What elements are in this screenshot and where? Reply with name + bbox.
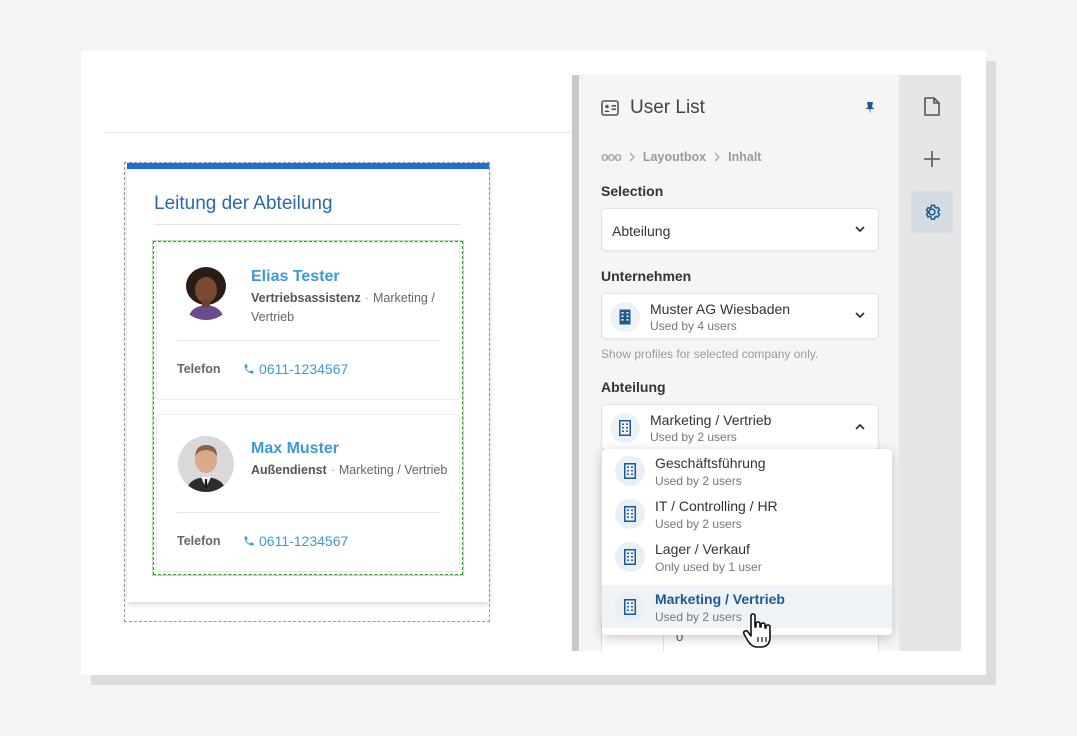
department-select[interactable]: Marketing / Vertrieb Used by 2 users	[601, 404, 879, 450]
chevron-up-icon	[855, 423, 865, 430]
building-icon	[615, 542, 645, 572]
user-meta: Außendienst · Marketing / Vertrieb	[251, 461, 451, 480]
company-label: Unternehmen	[601, 268, 692, 284]
editor-frame: Leitung der Abteilung Elias Tester Vertr…	[81, 51, 986, 675]
company-usage: Used by 4 users	[650, 319, 737, 333]
user-department: Marketing /	[338, 463, 401, 477]
hand-cursor-icon	[742, 613, 771, 648]
breadcrumb-more[interactable]: ooo	[601, 150, 622, 164]
company-value: Muster AG Wiesbaden	[650, 301, 791, 317]
selection-select[interactable]: Abteilung	[601, 208, 879, 251]
user-card[interactable]: Max Muster Außendienst · Marketing / Vertr…	[156, 414, 460, 572]
gear-icon	[925, 204, 941, 220]
phone-icon	[244, 536, 254, 546]
chevron-right-icon	[629, 152, 635, 162]
dropdown-option[interactable]: Geschäftsführung Used by 2 users	[602, 449, 892, 492]
dropdown-option[interactable]: IT / Controlling / HR Used by 2 users	[602, 492, 892, 535]
option-usage: Only used by 1 user	[655, 560, 762, 574]
user-card-icon	[601, 100, 619, 116]
phone-label: Telefon	[177, 362, 221, 376]
user-meta: Vertriebsassistenz · Marketing / Vertrieb	[251, 289, 451, 327]
breadcrumb-item[interactable]: Inhalt	[728, 150, 761, 164]
pin-icon[interactable]	[865, 102, 875, 114]
company-hint: Show profiles for selected company only.	[601, 347, 819, 361]
user-department: Marketing	[372, 291, 428, 305]
avatar	[178, 264, 234, 320]
selection-value: Abteilung	[612, 223, 671, 239]
phone-link[interactable]: 0611-1234567	[243, 361, 348, 377]
building-icon	[615, 456, 645, 486]
widget-title: Leitung der Abteilung	[154, 193, 333, 214]
panel-resize-handle[interactable]	[572, 75, 579, 651]
user-department-cont: Vertrieb	[404, 463, 448, 477]
building-icon	[615, 592, 645, 622]
breadcrumb-item[interactable]: Layoutbox	[643, 150, 706, 164]
breadcrumb: ooo Layoutbox Inhalt	[601, 150, 761, 164]
canvas-header-area	[105, 75, 572, 133]
card-divider	[177, 512, 440, 513]
phone-number: 0611-1234567	[259, 361, 349, 377]
option-usage: Used by 2 users	[655, 474, 742, 488]
company-select[interactable]: Muster AG Wiesbaden Used by 4 users	[601, 293, 879, 339]
meta-separator: ·	[364, 291, 369, 305]
chevron-right-icon	[714, 152, 721, 162]
phone-label: Telefon	[177, 534, 221, 548]
department-usage: Used by 2 users	[650, 430, 737, 444]
chevron-down-icon	[855, 312, 865, 319]
building-icon	[610, 413, 640, 443]
page-canvas: Leitung der Abteilung Elias Tester Vertr…	[105, 75, 572, 651]
department-lead-widget[interactable]: Leitung der Abteilung Elias Tester Vertr…	[127, 163, 489, 602]
panel-title: User List	[630, 97, 705, 118]
avatar	[178, 436, 234, 492]
rail-add-button[interactable]	[911, 138, 953, 180]
rail-page-button[interactable]	[911, 85, 953, 127]
user-role: Außendienst	[251, 463, 327, 477]
rail-settings-button[interactable]	[911, 191, 953, 233]
widget-accent-bar	[127, 163, 489, 169]
user-card[interactable]: Elias Tester Vertriebsassistenz · Marketin…	[156, 242, 460, 400]
option-label: IT / Controlling / HR	[655, 498, 778, 514]
option-label: Marketing / Vertrieb	[655, 591, 785, 607]
user-name[interactable]: Elias Tester	[251, 268, 340, 286]
chevron-down-icon	[855, 225, 865, 232]
department-label: Abteilung	[601, 379, 666, 395]
page-icon	[924, 96, 940, 116]
building-icon	[615, 499, 645, 529]
user-list-element[interactable]: Elias Tester Vertriebsassistenz · Marketin…	[152, 240, 464, 576]
option-label: Lager / Verkauf	[655, 541, 750, 557]
dropdown-option[interactable]: Lager / Verkauf Only used by 1 user	[602, 535, 892, 578]
user-name[interactable]: Max Muster	[251, 440, 339, 458]
phone-link[interactable]: 0611-1234567	[243, 533, 348, 549]
option-usage: Used by 2 users	[655, 610, 742, 624]
option-label: Geschäftsführung	[655, 455, 766, 471]
department-dropdown: Geschäftsführung Used by 2 users IT / Co…	[602, 449, 892, 635]
user-role: Vertriebsassistenz	[251, 291, 361, 305]
meta-separator: ·	[330, 463, 335, 477]
department-value: Marketing / Vertrieb	[650, 412, 772, 428]
option-usage: Used by 2 users	[655, 517, 742, 531]
building-icon	[610, 302, 640, 332]
plus-icon	[924, 151, 940, 167]
card-divider	[177, 340, 440, 341]
selection-label: Selection	[601, 183, 664, 199]
phone-number: 0611-1234567	[259, 533, 349, 549]
panel-header: User List	[601, 97, 705, 119]
phone-icon	[244, 364, 254, 374]
title-divider	[154, 224, 461, 225]
tool-rail	[899, 75, 961, 651]
